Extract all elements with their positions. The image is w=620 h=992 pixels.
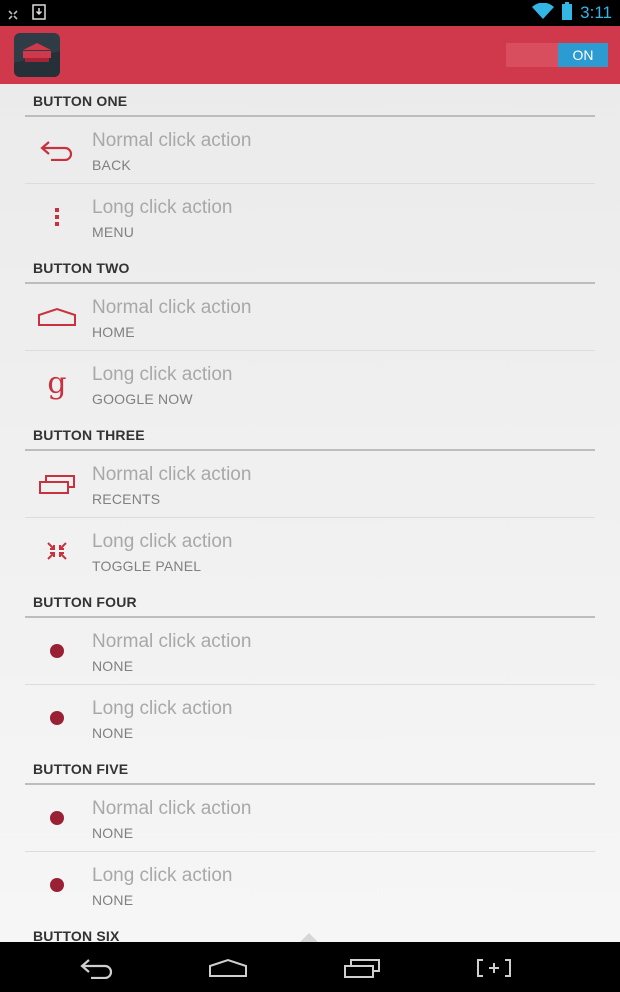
row-value: NONE [92,892,134,908]
settings-list[interactable]: BUTTON ONE Normal click action BACK Long… [0,84,620,942]
battery-icon [562,2,573,24]
row-value: HOME [92,324,135,340]
row-value: RECENTS [92,491,161,507]
row-title: Long click action [92,364,233,385]
recents-icon[interactable] [342,954,382,982]
section-header-button-three: BUTTON THREE [25,418,595,451]
row-title: Long click action [92,197,233,218]
section-title: BUTTON ONE [33,93,128,109]
section-title: BUTTON TWO [33,260,130,276]
list-item-button-three-long[interactable]: Long click action TOGGLE PANEL [25,518,595,585]
navigation-bar [0,942,620,992]
row-value: NONE [92,825,134,841]
expand-icon[interactable] [474,954,514,982]
list-item-button-one-long[interactable]: Long click action MENU [25,184,595,251]
list-item-button-four-normal[interactable]: Normal click action NONE [25,618,595,685]
row-title: Normal click action [92,798,252,819]
dot-icon [37,636,77,666]
status-bar: 3:11 [0,0,620,26]
row-title: Long click action [92,698,233,719]
row-title: Normal click action [92,130,252,151]
back-icon[interactable] [77,954,117,982]
section-header-button-two: BUTTON TWO [25,251,595,284]
row-title: Normal click action [92,464,252,485]
scroll-indicator [300,933,318,942]
row-title: Long click action [92,531,233,552]
section-title: BUTTON THREE [33,427,145,443]
dot-icon [37,703,77,733]
app-icon[interactable] [14,33,60,77]
home-icon [37,302,77,332]
section-header-button-four: BUTTON FOUR [25,585,595,618]
toggle-on-label: ON [558,43,608,67]
list-item-button-five-normal[interactable]: Normal click action NONE [25,785,595,852]
toggle-panel-icon [37,536,77,566]
section-title: BUTTON FOUR [33,594,137,610]
wifi-icon [532,2,555,23]
recents-icon [37,469,77,499]
action-bar: ON [0,26,620,84]
menu-icon [37,202,77,232]
section-title: BUTTON SIX [33,928,120,942]
row-value: BACK [92,157,131,173]
section-title: BUTTON FIVE [33,761,129,777]
clock: 3:11 [580,3,612,22]
row-value: TOGGLE PANEL [92,558,202,574]
row-value: MENU [92,224,135,240]
row-value: NONE [92,658,134,674]
google-glyph: g [47,366,67,401]
list-item-button-three-normal[interactable]: Normal click action RECENTS [25,451,595,518]
list-item-button-one-normal[interactable]: Normal click action BACK [25,117,595,184]
toggle-off-track [506,43,558,67]
row-title: Normal click action [92,297,252,318]
row-title: Normal click action [92,631,252,652]
download-icon [32,4,46,24]
section-header-button-five: BUTTON FIVE [25,752,595,785]
notification-icon [8,5,18,24]
home-icon[interactable] [208,954,248,982]
dot-icon [37,870,77,900]
list-item-button-five-long[interactable]: Long click action NONE [25,852,595,919]
back-icon [37,135,77,165]
section-header-button-one: BUTTON ONE [25,84,595,117]
row-value: GOOGLE NOW [92,391,193,407]
master-toggle[interactable]: ON [506,43,608,67]
list-item-button-two-normal[interactable]: Normal click action HOME [25,284,595,351]
google-icon: g [37,369,77,399]
dot-icon [37,803,77,833]
row-value: NONE [92,725,134,741]
list-item-button-two-long[interactable]: g Long click action GOOGLE NOW [25,351,595,418]
list-item-button-four-long[interactable]: Long click action NONE [25,685,595,752]
row-title: Long click action [92,865,233,886]
